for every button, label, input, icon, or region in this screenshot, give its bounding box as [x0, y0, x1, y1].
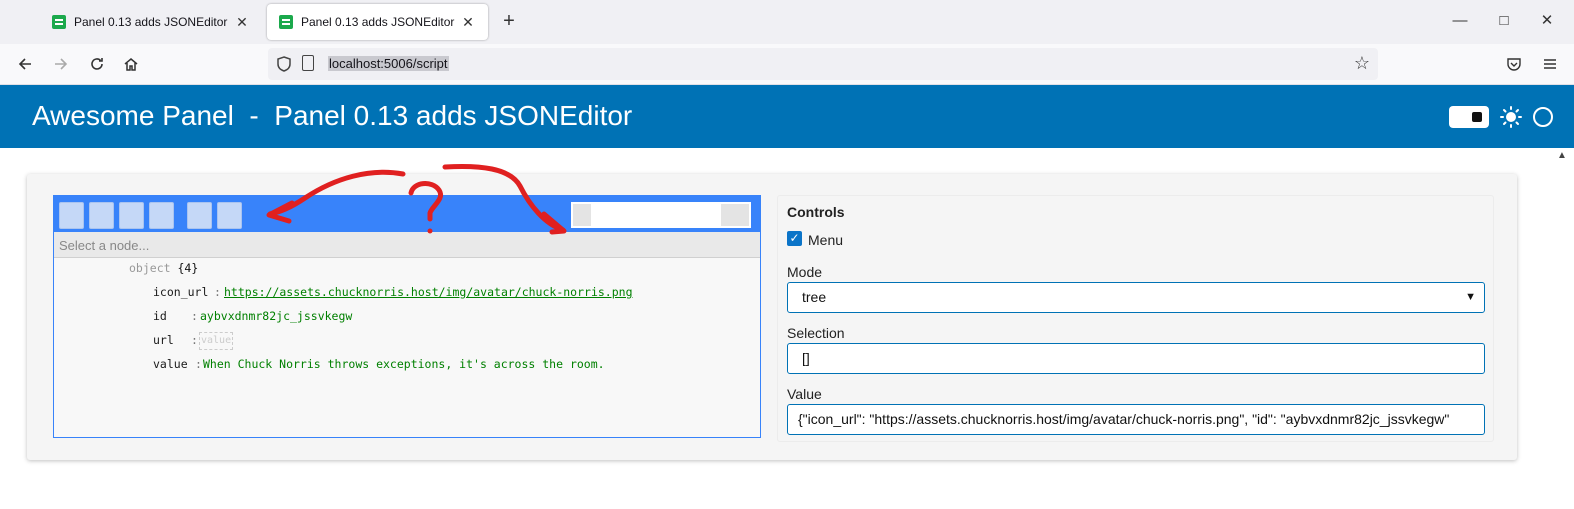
search-icon [573, 204, 591, 226]
pocket-icon[interactable] [1503, 53, 1525, 75]
forward-arrow-icon[interactable] [50, 53, 72, 75]
back-arrow-icon[interactable] [14, 53, 36, 75]
navigation-bar: localhost:5006/script ☆ [0, 44, 1574, 85]
dropdown-arrow-icon: ▼ [1465, 291, 1476, 303]
menu-checkbox-label[interactable]: Menu [808, 232, 843, 248]
tab-close-icon[interactable]: ✕ [460, 14, 476, 31]
tree-value-link[interactable]: https://assets.chucknorris.host/img/avat… [224, 282, 633, 302]
sort-button[interactable] [119, 202, 144, 229]
tree-separator: : [191, 333, 198, 347]
value-input-value: {"icon_url": "https://assets.chucknorris… [798, 411, 1450, 427]
home-icon[interactable] [120, 53, 142, 75]
selection-input[interactable]: [] [787, 343, 1485, 374]
mode-select-value: tree [802, 289, 827, 305]
search-box[interactable] [571, 202, 751, 228]
root-count: {4} [177, 261, 199, 275]
mode-select[interactable]: tree ▼ [787, 282, 1485, 313]
theme-toggle[interactable] [1449, 106, 1489, 128]
shield-icon[interactable] [274, 54, 294, 74]
tab-title: Panel 0.13 adds JSONEditor [301, 15, 455, 29]
navbar-placeholder: Select a node... [59, 238, 150, 253]
tree-key[interactable]: id [153, 306, 167, 326]
page-title: Awesome Panel - Panel 0.13 adds JSONEdit… [32, 100, 633, 131]
controls-title: Controls [787, 204, 845, 220]
json-editor-menu [54, 196, 760, 232]
value-label: Value [787, 386, 822, 402]
json-editor[interactable]: Select a node... object {4} icon_url : h… [53, 195, 761, 438]
tree-row[interactable]: url : value [153, 330, 753, 350]
collapse-all-button[interactable] [89, 202, 114, 229]
transform-button[interactable] [149, 202, 174, 229]
app-header: Awesome Panel - Panel 0.13 adds JSONEdit… [0, 85, 1574, 148]
minimize-icon[interactable]: — [1450, 10, 1470, 32]
tree-row[interactable]: icon_url : https://assets.chucknorris.ho… [153, 282, 753, 302]
scroll-up-icon[interactable]: ▲ [1557, 150, 1567, 161]
menu-icon[interactable] [1539, 53, 1561, 75]
menu-checkbox[interactable]: ✓ [787, 231, 802, 246]
reload-icon[interactable] [86, 53, 108, 75]
tree-key[interactable]: value [153, 354, 188, 374]
expand-all-button[interactable] [59, 202, 84, 229]
tab-title: Panel 0.13 adds JSONEditor [74, 15, 228, 29]
selection-label: Selection [787, 325, 845, 341]
plus-icon[interactable]: + [498, 10, 520, 32]
tree-separator: : [191, 309, 198, 323]
tree-key[interactable]: url [153, 330, 174, 350]
tree-value-empty[interactable]: value [199, 332, 234, 350]
tree-row[interactable]: id : aybvxdnmr82jc_jssvkegw [153, 306, 753, 326]
search-nav-buttons[interactable] [721, 204, 749, 226]
circle-icon[interactable] [1533, 107, 1553, 127]
bookmark-star-icon[interactable]: ☆ [1354, 53, 1370, 74]
panel-favicon-icon [52, 15, 66, 29]
page-icon [302, 55, 314, 71]
tab-strip: Panel 0.13 adds JSONEditor ✕ Panel 0.13 … [0, 0, 1574, 44]
address-bar[interactable]: localhost:5006/script ☆ [268, 48, 1378, 80]
close-icon[interactable]: ✕ [1537, 10, 1557, 32]
redo-button[interactable] [217, 202, 242, 229]
browser-tab[interactable]: Panel 0.13 adds JSONEditor ✕ [40, 4, 262, 40]
mode-label: Mode [787, 264, 823, 280]
panel-favicon-icon [279, 15, 293, 29]
tree-value[interactable]: When Chuck Norris throws exceptions, it'… [203, 354, 605, 374]
tab-close-icon[interactable]: ✕ [234, 14, 250, 31]
tree-key[interactable]: icon_url [153, 282, 208, 302]
controls-panel: Controls ✓ Menu Mode tree ▼ Selection []… [777, 195, 1494, 442]
undo-button[interactable] [187, 202, 212, 229]
browser-tab-active[interactable]: Panel 0.13 adds JSONEditor ✕ [267, 4, 488, 40]
json-editor-navbar: Select a node... [54, 232, 760, 258]
selection-input-value: [] [802, 350, 810, 366]
sun-icon[interactable] [1500, 106, 1522, 128]
tree-row[interactable]: value : When Chuck Norris throws excepti… [153, 354, 753, 374]
value-input[interactable]: {"icon_url": "https://assets.chucknorris… [787, 404, 1485, 435]
tree-separator: : [195, 357, 202, 371]
tree-separator: : [214, 285, 221, 299]
root-type: object [129, 261, 171, 275]
url-text[interactable]: localhost:5006/script [328, 56, 449, 71]
tree-value[interactable]: aybvxdnmr82jc_jssvkegw [200, 306, 352, 326]
tree-root-row[interactable]: object {4} [129, 258, 198, 278]
maximize-icon[interactable]: □ [1494, 10, 1514, 32]
